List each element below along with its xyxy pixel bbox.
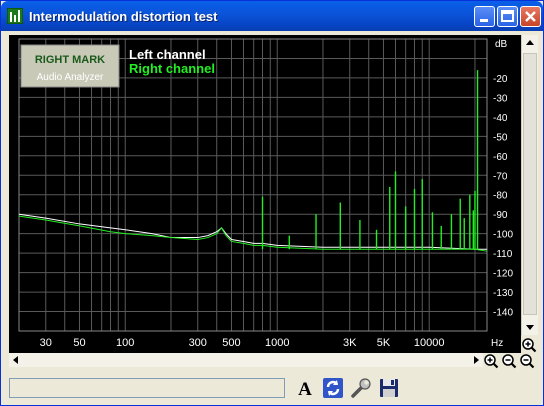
vertical-scroll-thumb[interactable] — [523, 53, 537, 315]
y-axis-unit-label: dB — [495, 39, 508, 50]
y-tick-label: -120 — [493, 269, 513, 280]
refresh-button[interactable] — [321, 376, 345, 400]
minimize-icon — [480, 19, 488, 22]
maximize-button[interactable] — [497, 6, 518, 27]
zoom-out-horizontal-button[interactable] — [501, 353, 517, 369]
maximize-icon — [501, 10, 514, 22]
x-tick-label: 3K — [343, 337, 357, 349]
logo-title: RIGHT MARK — [35, 54, 105, 66]
y-tick-label: -60 — [493, 152, 508, 163]
app-icon — [7, 8, 23, 24]
zoom-in-vertical-button[interactable] — [521, 337, 537, 353]
zoom-in-horizontal-button[interactable] — [483, 353, 499, 369]
legend-entry: Right channel — [129, 61, 215, 76]
scroll-up-icon[interactable] — [522, 35, 538, 51]
y-tick-label: -20 — [493, 74, 508, 85]
minimize-button[interactable] — [474, 6, 495, 27]
x-tick-label: 100 — [116, 337, 134, 349]
zoom-out-vertical-button[interactable] — [519, 353, 535, 369]
y-tick-label: -50 — [493, 132, 508, 143]
zoom-out-icon — [502, 354, 517, 369]
zoom-in-icon — [484, 354, 499, 369]
y-tick-label: -130 — [493, 288, 513, 299]
spectrum-plot[interactable]: dB -20 -30 -40 -50 -60 -70 -80 -90 -100 -110 -120 -1… — [9, 35, 521, 353]
settings-button[interactable] — [349, 376, 373, 400]
y-tick-label: -80 — [493, 191, 508, 202]
legend-entry: Left channel — [129, 47, 206, 62]
y-tick-label: -30 — [493, 93, 508, 104]
x-tick-label: 10000 — [414, 337, 445, 349]
zoom-out-icon — [520, 354, 535, 369]
spectrum-chart: dB -20 -30 -40 -50 -60 -70 -80 -90 -100 -110 -120 -1… — [18, 38, 513, 349]
close-icon — [525, 11, 536, 22]
x-tick-label: 30 — [40, 337, 52, 349]
x-tick-label: 500 — [222, 337, 240, 349]
close-button[interactable] — [520, 6, 541, 27]
vertical-scrollbar[interactable] — [521, 35, 538, 335]
y-tick-label: -70 — [493, 171, 508, 182]
wrench-icon — [351, 378, 371, 398]
x-tick-label: 1000 — [265, 337, 289, 349]
status-field — [9, 378, 285, 398]
font-icon: A — [298, 379, 312, 400]
app-window: Intermodulation distortion test dB -20 -30… — [0, 0, 544, 406]
y-tick-label: -90 — [493, 210, 508, 221]
refresh-icon — [323, 378, 343, 398]
window-title: Intermodulation distortion test — [29, 9, 218, 24]
y-tick-label: -140 — [493, 308, 513, 319]
save-icon — [380, 379, 398, 397]
save-button[interactable] — [377, 376, 401, 400]
svg-text:A: A — [298, 379, 312, 400]
series-line — [18, 213, 487, 250]
y-tick-label: -40 — [493, 113, 508, 124]
y-tick-label: -100 — [493, 230, 513, 241]
scroll-down-icon[interactable] — [522, 319, 538, 335]
x-axis-unit-label: Hz — [491, 338, 503, 349]
font-button[interactable]: A — [293, 376, 317, 400]
horizontal-scrollbar[interactable] — [9, 353, 483, 367]
scroll-left-icon[interactable] — [9, 353, 23, 367]
x-tick-label: 300 — [189, 337, 207, 349]
title-bar[interactable]: Intermodulation distortion test — [1, 1, 543, 31]
zoom-in-icon — [522, 338, 537, 353]
x-tick-label: 50 — [73, 337, 85, 349]
logo-subtitle: Audio Analyzer — [37, 72, 104, 83]
scroll-right-icon[interactable] — [469, 353, 483, 367]
x-tick-label: 5K — [377, 337, 391, 349]
y-tick-label: -110 — [493, 249, 513, 260]
